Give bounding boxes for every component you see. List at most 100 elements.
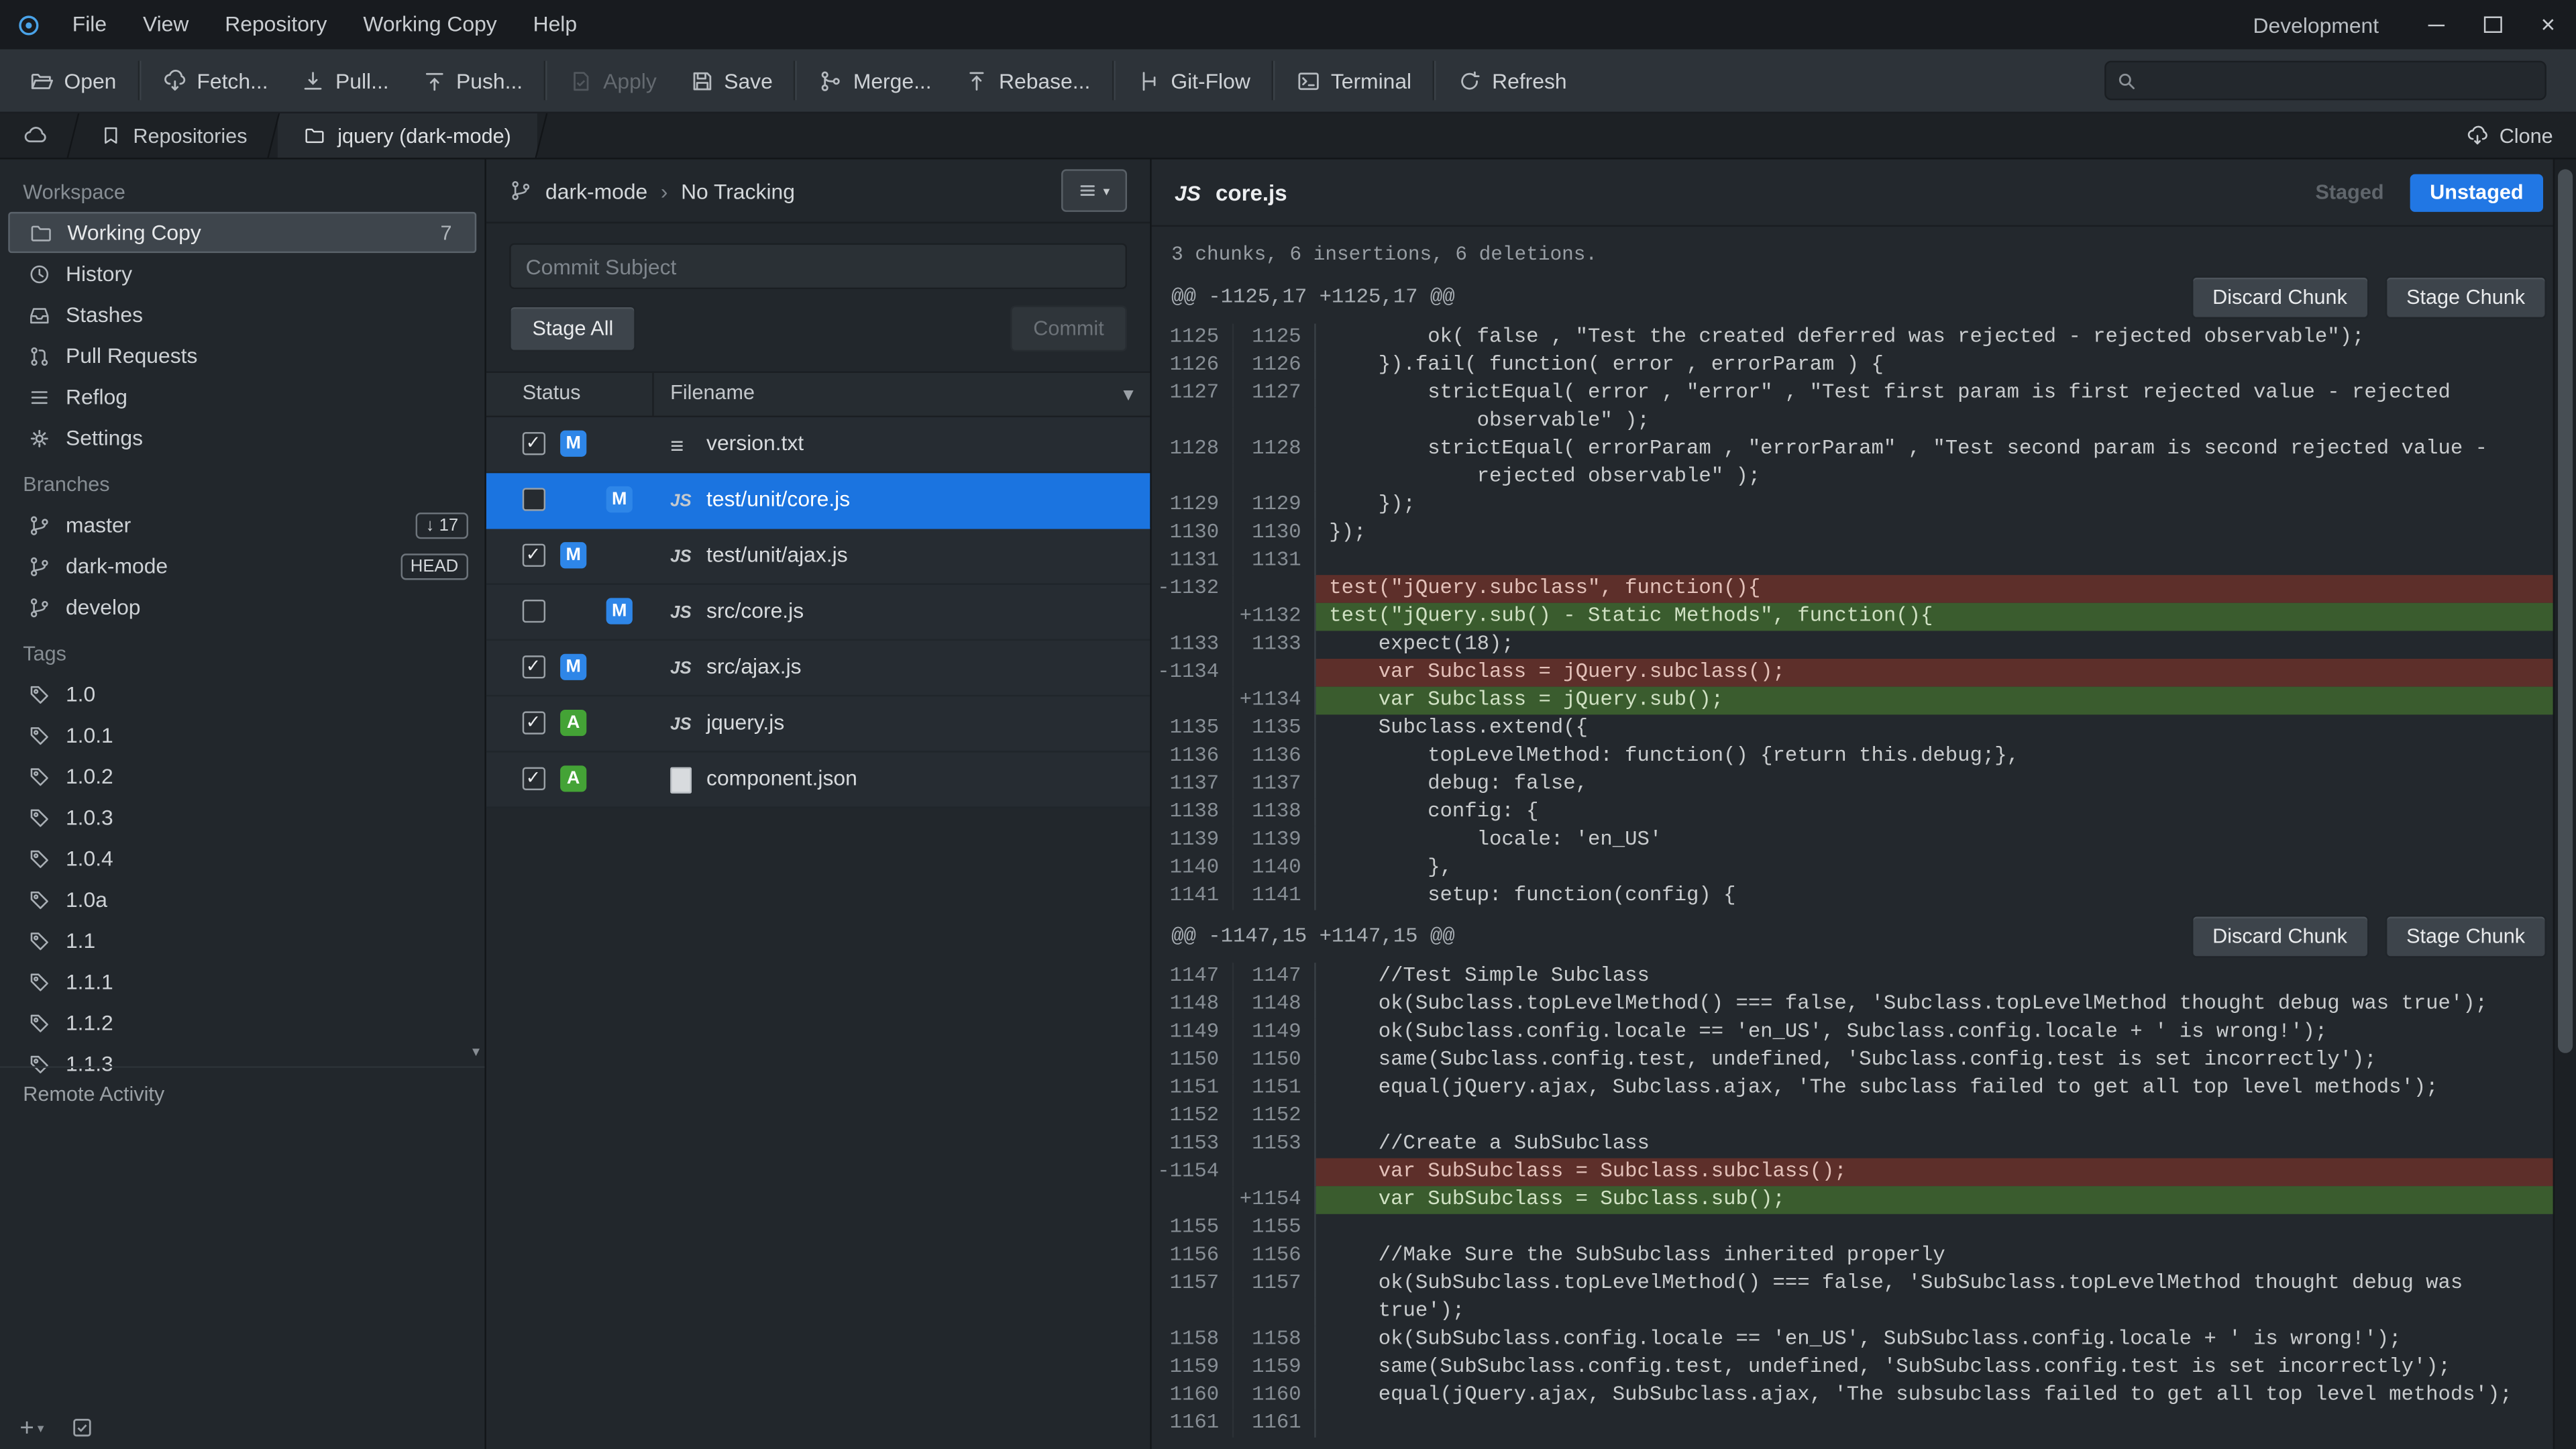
unstaged-tab[interactable]: Unstaged (2410, 173, 2543, 211)
clock-icon (26, 262, 51, 285)
pull-button[interactable]: Pull... (284, 49, 405, 111)
apply-button[interactable]: Apply (552, 49, 673, 111)
file-stage-checkbox[interactable] (523, 488, 545, 511)
refresh-icon (1458, 68, 1483, 93)
new-line-number: 1147 (1234, 963, 1316, 991)
remote-accounts-button[interactable] (0, 113, 69, 158)
commit-subject-field[interactable] (509, 243, 1127, 289)
file-stage-checkbox[interactable] (523, 767, 545, 790)
file-stage-checkbox[interactable] (523, 432, 545, 455)
toolbar-search[interactable] (2104, 61, 2546, 101)
fetch-button[interactable]: Fetch... (146, 49, 285, 111)
new-line-number: +1134 (1234, 687, 1316, 715)
file-view-options-button[interactable]: ▾ (1061, 169, 1127, 212)
sidebar-scroll-down-arrow[interactable]: ▾ (472, 1043, 480, 1061)
stage-chunk-button[interactable]: Stage Chunk (2385, 276, 2546, 319)
save-button[interactable]: Save (673, 49, 789, 111)
main-toolbar: Open Fetch... Pull... Push... Apply Save… (0, 49, 2576, 113)
old-line-number: 1155 (1152, 1214, 1234, 1242)
discard-chunk-button[interactable]: Discard Chunk (2191, 276, 2368, 319)
tag-item[interactable]: 1.0.4 (0, 838, 484, 879)
stage-all-button[interactable]: Stage All (509, 306, 636, 352)
menu-file[interactable]: File (54, 0, 125, 49)
tag-item[interactable]: 1.0.3 (0, 797, 484, 838)
git-flow-label: Git-Flow (1171, 68, 1250, 93)
tag-item[interactable]: 1.0a (0, 879, 484, 920)
tag-item[interactable]: 1.1.2 (0, 1002, 484, 1043)
staged-tab[interactable]: Staged (2302, 180, 2397, 203)
tag-item[interactable]: 1.1 (0, 920, 484, 961)
tag-item[interactable]: 1.1.1 (0, 961, 484, 1002)
code-text: ok(SubSubclass.config.locale == 'en_US',… (1316, 1326, 2576, 1354)
diff-scrollbar[interactable] (2553, 160, 2576, 1449)
hunk-header-2: @@ -1147,15 +1147,15 @@ Discard Chunk St… (1152, 910, 2576, 963)
window-close-button[interactable]: × (2520, 0, 2576, 49)
sidebar-item-reflog[interactable]: Reflog (0, 376, 484, 417)
window-minimize-button[interactable] (2408, 0, 2464, 49)
branch-item[interactable]: master ↓ 17 (0, 504, 484, 545)
file-stage-checkbox[interactable] (523, 544, 545, 567)
tag-icon (26, 970, 51, 993)
push-button[interactable]: Push... (405, 49, 539, 111)
tag-icon (26, 929, 51, 952)
old-line-number (1152, 1186, 1234, 1214)
file-row[interactable]: M version.txt (486, 417, 1150, 473)
diff-line: 1140 1140 }, (1152, 854, 2576, 882)
branch-item[interactable]: dark-mode HEAD (0, 545, 484, 586)
open-button[interactable]: Open (13, 49, 133, 111)
tag-item[interactable]: 1.0.2 (0, 756, 484, 797)
file-stage-checkbox[interactable] (523, 600, 545, 623)
add-repository-button[interactable]: +▾ (19, 1413, 44, 1442)
menu-working-copy[interactable]: Working Copy (345, 0, 515, 49)
branches-section-title: Branches (0, 458, 484, 504)
diff-line: 1135 1135 Subclass.extend({ (1152, 714, 2576, 743)
code-text: //Create a SubSubclass (1316, 1130, 2576, 1159)
tag-item[interactable]: 1.0.1 (0, 714, 484, 755)
file-status-badge: M (560, 431, 586, 457)
file-stage-checkbox[interactable] (523, 711, 545, 734)
code-text: var Subclass = jQuery.sub(); (1316, 687, 2576, 715)
file-row[interactable]: M src/core.js (486, 585, 1150, 641)
file-type-icon (670, 544, 691, 569)
old-line-number: 1158 (1152, 1326, 1234, 1354)
stage-chunk-button[interactable]: Stage Chunk (2385, 915, 2546, 958)
commit-button[interactable]: Commit (1010, 306, 1127, 352)
refresh-button[interactable]: Refresh (1441, 49, 1583, 111)
scrollbar-thumb[interactable] (2558, 169, 2573, 1053)
status-column-header: Status (523, 381, 581, 404)
tag-icon (26, 847, 51, 869)
branch-item[interactable]: develop (0, 586, 484, 627)
tab-repositories[interactable]: Repositories (77, 113, 270, 158)
clone-button[interactable]: Clone (2443, 113, 2576, 158)
file-stage-checkbox[interactable] (523, 655, 545, 678)
merge-button[interactable]: Merge... (802, 49, 948, 111)
file-row[interactable]: M test/unit/core.js (486, 473, 1150, 529)
menu-view[interactable]: View (125, 0, 207, 49)
sidebar-item-settings[interactable]: Settings (0, 417, 484, 458)
file-row[interactable]: M src/ajax.js (486, 641, 1150, 696)
diff-line: 1160 1160 equal(jQuery.ajax, SubSubclass… (1152, 1382, 2576, 1410)
file-row[interactable]: A component.json (486, 753, 1150, 808)
menu-help[interactable]: Help (515, 0, 595, 49)
window-maximize-button[interactable] (2464, 0, 2520, 49)
file-row[interactable]: A jquery.js (486, 696, 1150, 752)
checkbox-settings-button[interactable] (70, 1416, 93, 1439)
file-row[interactable]: M test/unit/ajax.js (486, 529, 1150, 585)
search-input[interactable] (2145, 67, 2534, 93)
tab-repo-jquery-dark-mode[interactable]: jquery (dark-mode) (278, 113, 537, 158)
column-sort-caret-icon[interactable]: ▾ (1123, 381, 1133, 406)
rebase-button[interactable]: Rebase... (948, 49, 1107, 111)
sidebar-item-working-copy[interactable]: Working Copy 7 (8, 212, 476, 253)
menu-repository[interactable]: Repository (207, 0, 345, 49)
old-line-number: 1133 (1152, 631, 1234, 659)
sidebar-item-stashes[interactable]: Stashes (0, 294, 484, 335)
sidebar-item-pull-requests[interactable]: Pull Requests (0, 335, 484, 376)
commit-subject-input[interactable] (511, 254, 1126, 278)
toolbar-separator (1433, 61, 1436, 101)
terminal-button[interactable]: Terminal (1280, 49, 1428, 111)
old-line-number: 1137 (1152, 771, 1234, 799)
sidebar-item-history[interactable]: History (0, 253, 484, 294)
tag-item[interactable]: 1.0 (0, 674, 484, 714)
git-flow-button[interactable]: Git-Flow (1120, 49, 1267, 111)
discard-chunk-button[interactable]: Discard Chunk (2191, 915, 2368, 958)
